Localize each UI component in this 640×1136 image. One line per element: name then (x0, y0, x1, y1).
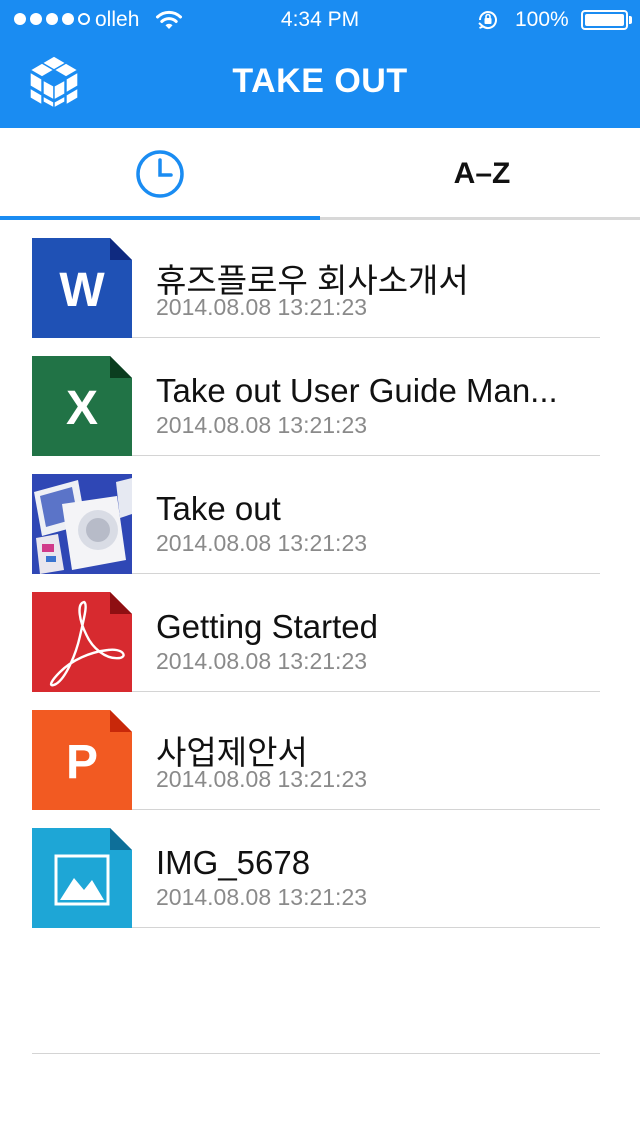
page-title: TAKE OUT (232, 62, 408, 100)
file-date: 2014.08.08 13:21:23 (156, 884, 368, 910)
battery-icon (581, 10, 632, 30)
list-divider (32, 1053, 600, 1054)
file-name: Take out (156, 490, 281, 527)
excel-document-icon: X (32, 356, 132, 456)
file-row[interactable]: IMG_5678 2014.08.08 13:21:23 (32, 810, 600, 928)
pdf-document-icon (32, 592, 132, 692)
tab-alphabetical[interactable]: A–Z (320, 128, 640, 220)
powerpoint-document-icon: P (32, 710, 132, 810)
file-list: W 휴즈플로우 회사소개서 2014.08.08 13:21:23 X Take… (32, 220, 600, 928)
status-bar: olleh 4:34 PM 100% (0, 0, 640, 40)
file-row[interactable]: W 휴즈플로우 회사소개서 2014.08.08 13:21:23 (32, 220, 600, 338)
file-date: 2014.08.08 13:21:23 (156, 294, 368, 320)
tab-bar: A–Z (0, 128, 640, 220)
file-name: Take out User Guide Man... (156, 372, 558, 409)
clock-icon (136, 150, 184, 198)
battery-level (585, 14, 624, 26)
file-row[interactable]: X Take out User Guide Man... 2014.08.08 … (32, 338, 600, 456)
photo-thumbnail (32, 474, 132, 574)
file-name: IMG_5678 (156, 844, 311, 881)
file-date: 2014.08.08 13:21:23 (156, 412, 368, 438)
file-name: Getting Started (156, 608, 378, 645)
app-header: olleh 4:34 PM 100% TAKE OUT (0, 0, 640, 128)
file-row[interactable]: Take out 2014.08.08 13:21:23 (32, 456, 600, 574)
svg-text:X: X (66, 382, 98, 435)
svg-text:W: W (59, 264, 105, 317)
svg-text:P: P (66, 736, 98, 789)
file-row[interactable]: P 사업제안서 2014.08.08 13:21:23 (32, 692, 600, 810)
rotation-lock-icon (478, 11, 497, 30)
tab-alphabetical-label: A–Z (453, 157, 511, 190)
file-date: 2014.08.08 13:21:23 (156, 530, 368, 556)
word-document-icon: W (32, 238, 132, 338)
file-date: 2014.08.08 13:21:23 (156, 648, 368, 674)
tab-recent[interactable] (0, 128, 320, 220)
file-row[interactable]: Getting Started 2014.08.08 13:21:23 (32, 574, 600, 692)
image-file-icon (32, 828, 132, 928)
file-date: 2014.08.08 13:21:23 (156, 766, 368, 792)
battery-percent: 100% (515, 8, 569, 31)
